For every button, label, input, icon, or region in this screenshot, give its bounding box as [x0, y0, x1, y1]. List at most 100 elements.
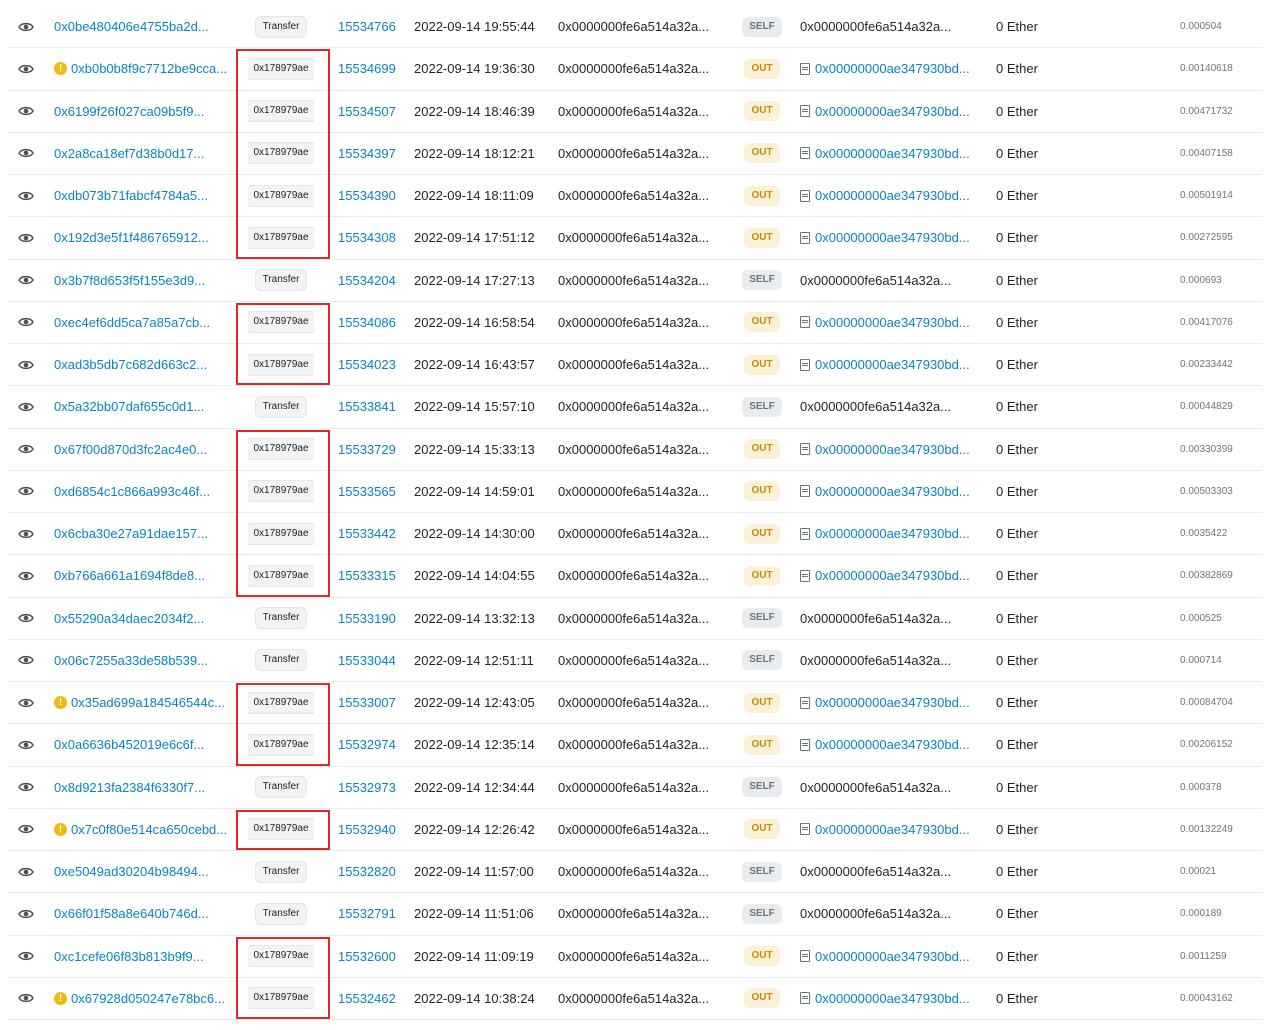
tx-hash-link[interactable]: 0x8d9213fa2384f6330f7...: [54, 780, 205, 795]
to-address[interactable]: 0x00000000ae347930bd...: [815, 230, 970, 245]
block-link[interactable]: 15534390: [338, 175, 408, 216]
tx-hash-link[interactable]: 0xb766a661a1694f8de8...: [54, 568, 205, 583]
block-link[interactable]: 15534086: [338, 302, 408, 343]
view-details-button[interactable]: [18, 851, 34, 892]
to-address[interactable]: 0x0000000fe6a514a32a...: [800, 273, 951, 288]
block-link[interactable]: 15533442: [338, 513, 408, 554]
view-details-button[interactable]: [18, 471, 34, 512]
view-details-button[interactable]: [18, 344, 34, 385]
to-address[interactable]: 0x00000000ae347930bd...: [815, 822, 970, 837]
to-address[interactable]: 0x00000000ae347930bd...: [815, 442, 970, 457]
view-details-button[interactable]: [18, 175, 34, 216]
block-link[interactable]: 15534023: [338, 344, 408, 385]
to-address[interactable]: 0x0000000fe6a514a32a...: [800, 864, 951, 879]
to-address[interactable]: 0x00000000ae347930bd...: [815, 188, 970, 203]
to-address[interactable]: 0x00000000ae347930bd...: [815, 484, 970, 499]
view-details-button[interactable]: [18, 936, 34, 977]
block-link[interactable]: 15534699: [338, 48, 408, 89]
view-details-button[interactable]: [18, 767, 34, 808]
to-address[interactable]: 0x00000000ae347930bd...: [815, 357, 970, 372]
tx-hash-link[interactable]: 0xe5049ad30204b98494...: [54, 864, 209, 879]
to-address[interactable]: 0x00000000ae347930bd...: [815, 737, 970, 752]
view-details-button[interactable]: [18, 893, 34, 934]
block-link[interactable]: 15532600: [338, 936, 408, 977]
block-link[interactable]: 15534766: [338, 6, 408, 47]
block-link[interactable]: 15533565: [338, 471, 408, 512]
tx-hash-link[interactable]: 0x66f01f58a8e640b746d...: [54, 906, 209, 921]
tx-hash-link[interactable]: 0xad3b5db7c682d663c2...: [54, 357, 207, 372]
block-link[interactable]: 15532973: [338, 767, 408, 808]
view-details-button[interactable]: [18, 386, 34, 427]
tx-hash-cell: ! 0x7c0f80e514ca650cebd...: [54, 809, 236, 850]
tx-hash-link[interactable]: 0x3b7f8d653f5f155e3d9...: [54, 273, 205, 288]
to-address[interactable]: 0x00000000ae347930bd...: [815, 949, 970, 964]
block-link[interactable]: 15533315: [338, 555, 408, 596]
tx-hash-link[interactable]: 0x2a8ca18ef7d38b0d17...: [54, 146, 204, 161]
view-details-button[interactable]: [18, 260, 34, 301]
view-details-button[interactable]: [18, 978, 34, 1019]
block-link[interactable]: 15533044: [338, 640, 408, 681]
to-address[interactable]: 0x00000000ae347930bd...: [815, 526, 970, 541]
tx-hash-link[interactable]: 0x0be480406e4755ba2d...: [54, 19, 209, 34]
block-link[interactable]: 15533729: [338, 429, 408, 470]
view-details-button[interactable]: [18, 48, 34, 89]
tx-hash-link[interactable]: 0x0a6636b452019e6c6f...: [54, 737, 204, 752]
block-link[interactable]: 15532940: [338, 809, 408, 850]
view-details-button[interactable]: [18, 724, 34, 765]
to-address[interactable]: 0x00000000ae347930bd...: [815, 315, 970, 330]
tx-hash-link[interactable]: 0x5a32bb07daf655c0d1...: [54, 399, 204, 414]
tx-hash-link[interactable]: 0x192d3e5f1f486765912...: [54, 230, 209, 245]
txn-fee-cell: 0.00503303: [1180, 485, 1233, 497]
view-details-button[interactable]: [18, 809, 34, 850]
block-link[interactable]: 15533190: [338, 598, 408, 639]
block-link[interactable]: 15532974: [338, 724, 408, 765]
direction-badge: OUT: [744, 439, 780, 460]
to-address[interactable]: 0x0000000fe6a514a32a...: [800, 780, 951, 795]
to-address[interactable]: 0x00000000ae347930bd...: [815, 146, 970, 161]
view-details-button[interactable]: [18, 640, 34, 681]
view-details-button[interactable]: [18, 91, 34, 132]
tx-hash-link[interactable]: 0x7c0f80e514ca650cebd...: [71, 822, 227, 837]
view-details-button[interactable]: [18, 6, 34, 47]
tx-hash-link[interactable]: 0x67f00d870d3fc2ac4e0...: [54, 442, 207, 457]
to-address[interactable]: 0x0000000fe6a514a32a...: [800, 399, 951, 414]
tx-hash-link[interactable]: 0xb0b0b8f9c7712be9cca...: [71, 61, 227, 76]
block-link[interactable]: 15534507: [338, 91, 408, 132]
to-address[interactable]: 0x00000000ae347930bd...: [815, 695, 970, 710]
view-details-button[interactable]: [18, 217, 34, 258]
tx-hash-link[interactable]: 0xec4ef6dd5ca7a85a7cb...: [54, 315, 210, 330]
block-link[interactable]: 15534308: [338, 217, 408, 258]
tx-hash-link[interactable]: 0xc1cefe06f83b813b9f9...: [54, 949, 204, 964]
to-address[interactable]: 0x00000000ae347930bd...: [815, 61, 970, 76]
view-details-button[interactable]: [18, 133, 34, 174]
to-address[interactable]: 0x0000000fe6a514a32a...: [800, 906, 951, 921]
view-details-button[interactable]: [18, 302, 34, 343]
view-details-button[interactable]: [18, 513, 34, 554]
block-link[interactable]: 15532462: [338, 978, 408, 1019]
block-link[interactable]: 15533007: [338, 682, 408, 723]
block-link[interactable]: 15534397: [338, 133, 408, 174]
method-cell: 0x178979ae: [248, 175, 314, 216]
view-details-button[interactable]: [18, 682, 34, 723]
to-address[interactable]: 0x00000000ae347930bd...: [815, 568, 970, 583]
view-details-button[interactable]: [18, 598, 34, 639]
tx-hash-link[interactable]: 0x6199f26f027ca09b5f9...: [54, 104, 204, 119]
block-link[interactable]: 15533841: [338, 386, 408, 427]
tx-hash-link[interactable]: 0x55290a34daec2034f2...: [54, 611, 204, 626]
block-link[interactable]: 15532791: [338, 893, 408, 934]
tx-hash-link[interactable]: 0x67928d050247e78bc6...: [71, 991, 225, 1006]
tx-hash-link[interactable]: 0xd6854c1c866a993c46f...: [54, 484, 210, 499]
tx-hash-link[interactable]: 0x06c7255a33de58b539...: [54, 653, 208, 668]
tx-hash-link[interactable]: 0x6cba30e27a91dae157...: [54, 526, 208, 541]
to-address[interactable]: 0x0000000fe6a514a32a...: [800, 611, 951, 626]
block-link[interactable]: 15534204: [338, 260, 408, 301]
tx-hash-link[interactable]: 0xdb073b71fabcf4784a5...: [54, 188, 208, 203]
view-details-button[interactable]: [18, 555, 34, 596]
to-address[interactable]: 0x00000000ae347930bd...: [815, 991, 970, 1006]
block-link[interactable]: 15532820: [338, 851, 408, 892]
to-address[interactable]: 0x0000000fe6a514a32a...: [800, 653, 951, 668]
to-address[interactable]: 0x0000000fe6a514a32a...: [800, 19, 951, 34]
tx-hash-link[interactable]: 0x35ad699a184546544c...: [71, 695, 225, 710]
view-details-button[interactable]: [18, 429, 34, 470]
to-address[interactable]: 0x00000000ae347930bd...: [815, 104, 970, 119]
